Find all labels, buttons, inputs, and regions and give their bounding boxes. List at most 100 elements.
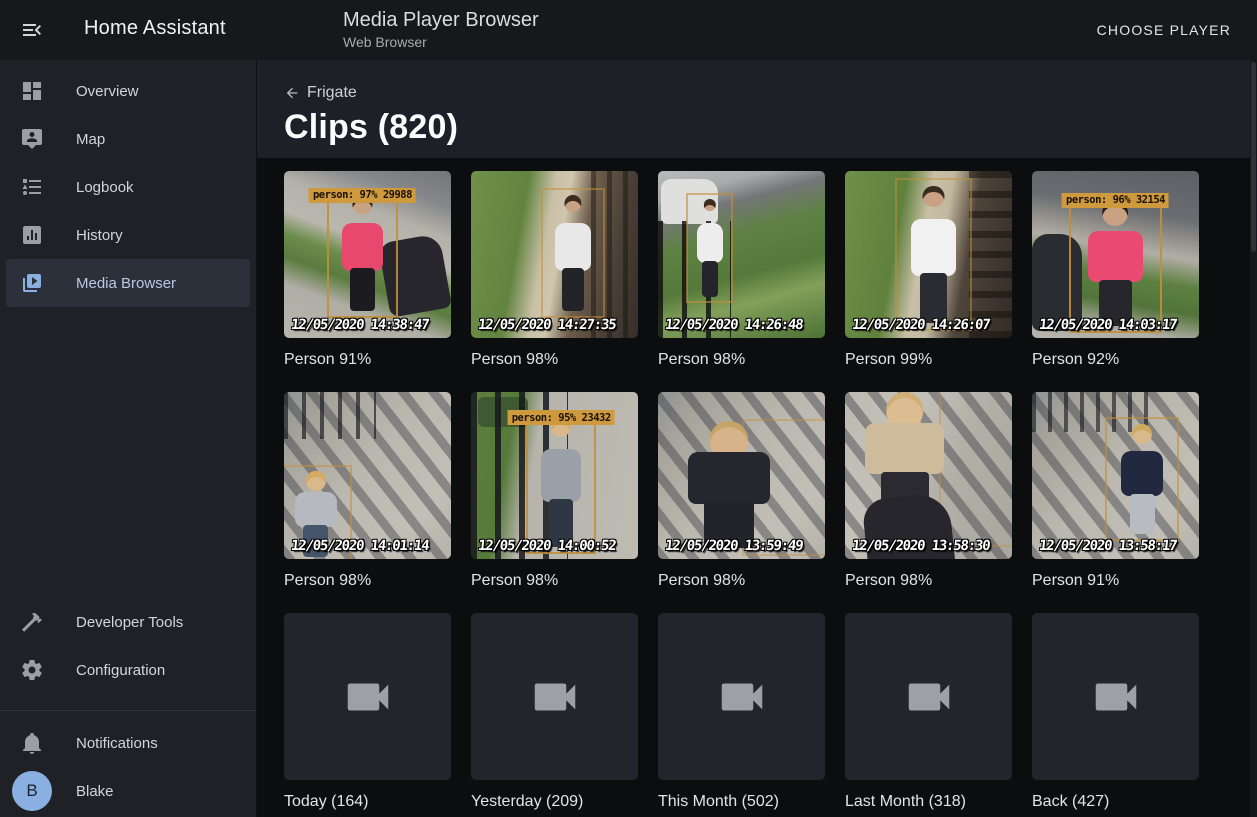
- media-browser-panel: Frigate Clips (820) person: 97% 29988 12…: [256, 60, 1257, 817]
- video-icon: [341, 670, 395, 724]
- media-clip[interactable]: 12/05/2020 14:01:14 Person 98%: [284, 392, 451, 613]
- clip-timestamp: 12/05/2020 14:38:47: [290, 317, 429, 333]
- sidebar-item-logbook[interactable]: Logbook: [6, 163, 250, 211]
- folder-tile: [1032, 613, 1199, 780]
- folder-tile: [658, 613, 825, 780]
- media-clip[interactable]: 12/05/2020 13:58:30 Person 98%: [845, 392, 1012, 613]
- person-torso: [688, 452, 771, 504]
- media-clip[interactable]: person: 97% 29988 12/05/2020 14:38:47 Pe…: [284, 171, 451, 392]
- clip-caption: Person 98%: [471, 350, 638, 370]
- sidebar-item-notifications[interactable]: Notifications: [6, 719, 250, 767]
- scrollbar-thumb[interactable]: [1251, 62, 1256, 252]
- person-torso: [342, 223, 382, 270]
- detection-label: person: 97% 29988: [309, 188, 416, 203]
- clip-caption: Person 98%: [471, 571, 638, 591]
- detection-label: person: 95% 23432: [508, 410, 615, 425]
- bell-icon: [20, 731, 44, 755]
- detection-box: [742, 419, 826, 556]
- clip-timestamp: 12/05/2020 13:58:30: [851, 538, 990, 554]
- arrow-left-icon: [284, 85, 300, 101]
- person-figure: [906, 186, 961, 327]
- folder-caption: Last Month (318): [845, 792, 1012, 812]
- clip-timestamp: 12/05/2020 14:00:52: [477, 538, 616, 554]
- person-head: [564, 195, 581, 212]
- person-torso: [697, 223, 723, 263]
- breadcrumb-back[interactable]: Frigate: [284, 60, 357, 102]
- clip-thumbnail: 12/05/2020 14:26:48: [658, 171, 825, 338]
- person-torso: [555, 223, 591, 270]
- person-figure: [550, 195, 595, 314]
- folder-caption: Today (164): [284, 792, 451, 812]
- clip-timestamp: 12/05/2020 14:27:35: [477, 317, 616, 333]
- folders-grid: Today (164) Yesterday (209) This Month (…: [284, 613, 1257, 817]
- media-clip[interactable]: 12/05/2020 13:58:17 Person 91%: [1032, 392, 1199, 613]
- video-icon: [902, 670, 956, 724]
- clip-caption: Person 98%: [658, 350, 825, 370]
- person-legs: [1130, 494, 1155, 534]
- person-legs: [881, 472, 929, 518]
- media-folder-today-164[interactable]: Today (164): [284, 613, 451, 817]
- detection-box: [895, 178, 972, 332]
- person-head: [306, 471, 326, 491]
- media-clip[interactable]: 12/05/2020 14:26:48 Person 98%: [658, 171, 825, 392]
- avatar: B: [12, 771, 52, 811]
- sidebar-profile[interactable]: B Blake: [6, 767, 250, 815]
- person-torso: [911, 219, 955, 275]
- clip-timestamp: 12/05/2020 13:59:49: [664, 538, 803, 554]
- scrollbar[interactable]: [1250, 60, 1257, 817]
- media-clip[interactable]: 12/05/2020 14:27:35 Person 98%: [471, 171, 638, 392]
- media-clip[interactable]: person: 95% 23432 12/05/2020 14:00:52 Pe…: [471, 392, 638, 613]
- clip-caption: Person 98%: [845, 571, 1012, 591]
- person-legs: [350, 268, 374, 311]
- person-figure: [1116, 424, 1169, 536]
- person-figure: [855, 392, 954, 520]
- media-folder-last-month-318[interactable]: Last Month (318): [845, 613, 1012, 817]
- sidebar-toggle-button[interactable]: [20, 18, 44, 42]
- sidebar-item-media-browser[interactable]: Media Browser: [6, 259, 250, 307]
- person-head: [704, 199, 716, 211]
- clip-caption: Person 91%: [1032, 571, 1199, 591]
- media-clip[interactable]: person: 96% 32154 12/05/2020 14:03:17 Pe…: [1032, 171, 1199, 392]
- sidebar-divider: [0, 710, 256, 711]
- media-clip[interactable]: 12/05/2020 14:26:07 Person 99%: [845, 171, 1012, 392]
- view-dashboard-icon: [20, 79, 44, 103]
- media-clip[interactable]: 12/05/2020 13:59:49 Person 98%: [658, 392, 825, 613]
- sidebar-item-configuration[interactable]: Configuration: [6, 646, 250, 694]
- sidebar-nav: Overview Map Logbook History Media Brows…: [0, 67, 256, 307]
- detection-box: [686, 193, 733, 303]
- clip-timestamp: 12/05/2020 14:01:14: [290, 538, 429, 554]
- sidebar-spacer: [0, 307, 256, 598]
- folder-caption: Back (427): [1032, 792, 1199, 812]
- person-figure: [677, 421, 781, 551]
- sidebar-tools-nav: Developer Tools Configuration: [0, 598, 256, 694]
- panel-title: Media Player Browser: [343, 8, 539, 33]
- chart-box-icon: [20, 223, 44, 247]
- clip-thumbnail: 12/05/2020 13:58:17: [1032, 392, 1199, 559]
- media-folder-this-month-502[interactable]: This Month (502): [658, 613, 825, 817]
- media-folder-back-427[interactable]: Back (427): [1032, 613, 1199, 817]
- sidebar-item-history[interactable]: History: [6, 211, 250, 259]
- media-browser-header: Frigate Clips (820): [257, 60, 1257, 158]
- sidebar-item-developer-tools[interactable]: Developer Tools: [6, 598, 250, 646]
- hammer-icon: [20, 610, 44, 634]
- folder-tile: [471, 613, 638, 780]
- clip-thumbnail: 12/05/2020 13:58:30: [845, 392, 1012, 559]
- clip-timestamp: 12/05/2020 13:58:17: [1038, 538, 1177, 554]
- tooltip-account-icon: [20, 127, 44, 151]
- clip-caption: Person 98%: [658, 571, 825, 591]
- media-folder-yesterday-209[interactable]: Yesterday (209): [471, 613, 638, 817]
- person-legs: [702, 261, 718, 297]
- detection-box: person: 95% 23432: [526, 410, 596, 554]
- sidebar-item-map[interactable]: Map: [6, 115, 250, 163]
- detection-box: [939, 392, 1012, 547]
- clip-timestamp: 12/05/2020 14:26:48: [664, 317, 803, 333]
- detection-box: [541, 188, 604, 318]
- clip-caption: Person 98%: [284, 571, 451, 591]
- sidebar-item-overview[interactable]: Overview: [6, 67, 250, 115]
- choose-player-button[interactable]: CHOOSE PLAYER: [1091, 0, 1237, 60]
- folder-tile: [284, 613, 451, 780]
- detection-box: [1105, 417, 1178, 541]
- app-title: Home Assistant: [84, 17, 226, 40]
- folder-caption: Yesterday (209): [471, 792, 638, 812]
- folder-tile: [845, 613, 1012, 780]
